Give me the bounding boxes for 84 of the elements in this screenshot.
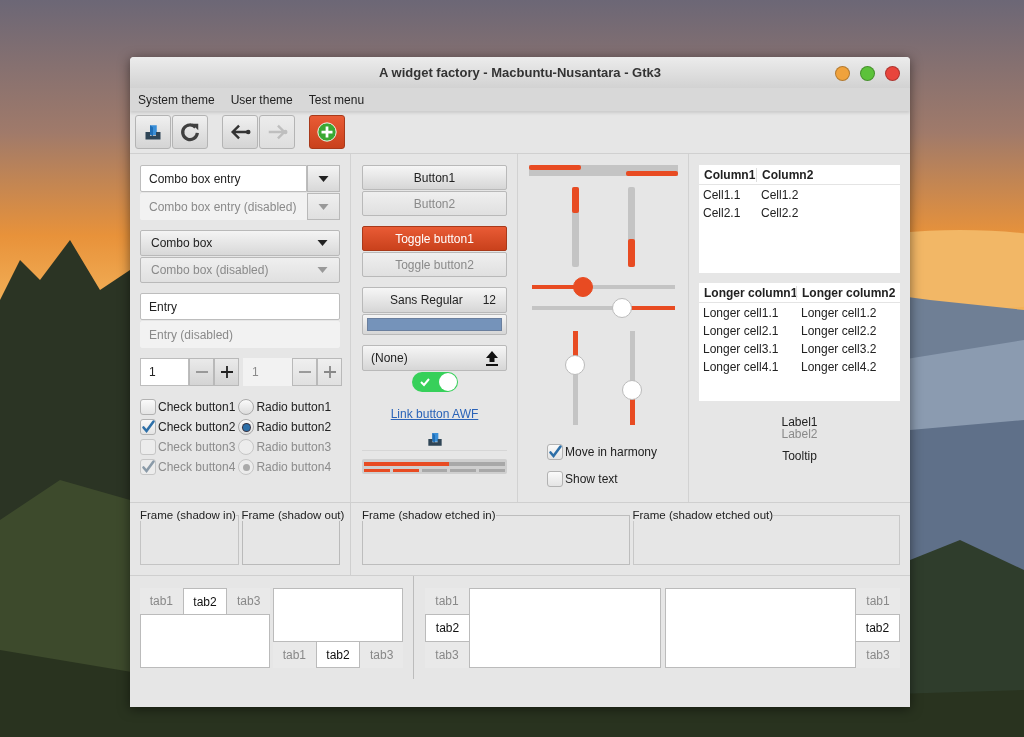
toolbar-button[interactable] (222, 115, 258, 149)
radio-button[interactable]: Radio button1 (238, 398, 332, 416)
slider[interactable] (565, 331, 586, 425)
table-cell-text: Cell2.1 (702, 206, 742, 220)
document-tray-icon (144, 123, 162, 141)
slider-thumb[interactable] (612, 298, 633, 318)
toolbar-button[interactable] (135, 115, 171, 149)
frame-label: Frame (shadow in) (140, 509, 236, 521)
radio-circle[interactable] (238, 419, 255, 435)
table-cell-text: Longer cell3.1 (702, 342, 780, 356)
plus-icon (323, 366, 336, 378)
push-button[interactable]: Button1 (362, 165, 507, 190)
menu-item[interactable]: System theme (138, 92, 215, 107)
table-cell-text: Longer cell2.2 (800, 324, 878, 338)
radio-button[interactable]: Radio button2 (238, 418, 332, 436)
tooltip-label: Tooltip (782, 450, 817, 462)
tab[interactable]: tab2 (425, 614, 469, 642)
menu-item[interactable]: Test menu (308, 92, 365, 107)
column-header[interactable]: Column2 (756, 167, 819, 182)
table-cell-text: Cell2.2 (760, 206, 800, 220)
slider[interactable] (532, 298, 675, 318)
table-cell-text: Longer cell3.2 (800, 342, 878, 356)
slider-thumb[interactable] (565, 354, 586, 375)
color-button[interactable] (362, 314, 507, 335)
checkbox[interactable] (140, 399, 156, 415)
frame-label: Frame (shadow etched out) (632, 509, 774, 521)
table-cell-text: Longer cell1.2 (800, 306, 878, 320)
column-header[interactable]: Column1 (699, 167, 756, 182)
menu-item[interactable]: User theme (230, 92, 293, 107)
toggle-button[interactable]: Toggle button1 (362, 226, 507, 251)
label: Label2 (781, 428, 818, 440)
plus-icon (220, 366, 233, 378)
caret-icon (318, 175, 329, 182)
checkbox[interactable] (547, 471, 563, 487)
label: Label1 (781, 416, 818, 428)
file-button[interactable]: (None) (362, 345, 507, 371)
link[interactable]: Link button AWF (390, 407, 479, 421)
check-button[interactable]: Move in harmony (547, 443, 678, 461)
table-cell-text: Longer cell2.1 (702, 324, 780, 338)
refresh-icon (179, 121, 201, 143)
decrement-button[interactable] (292, 358, 317, 386)
table-cell-text: Longer cell4.2 (800, 360, 878, 374)
checkbox[interactable] (140, 419, 156, 435)
text-field[interactable]: Combo box entry (140, 165, 307, 192)
slider-thumb[interactable] (621, 380, 642, 401)
document-tray-icon (426, 431, 443, 447)
number-field[interactable]: 1 (140, 358, 189, 386)
font-button[interactable]: Sans Regular 12 (362, 287, 507, 313)
frame-label: Frame (shadow etched in) (362, 509, 496, 521)
maximize-button[interactable] (860, 66, 875, 81)
check-button[interactable]: Check button2 (140, 418, 236, 436)
column-header[interactable]: Longer column2 (796, 285, 901, 300)
dropdown-button[interactable] (307, 165, 340, 192)
column-header[interactable]: Longer column1 (699, 285, 796, 300)
minimize-button[interactable] (835, 66, 850, 81)
check-button[interactable]: Show text (547, 470, 678, 488)
increment-button[interactable] (214, 358, 239, 386)
slider[interactable] (621, 331, 642, 425)
window-title: A widget factory - Macbuntu-Nusantara - Gtk3 (379, 65, 661, 80)
table-cell-text: Longer cell4.1 (702, 360, 780, 374)
checkbox[interactable] (547, 444, 563, 460)
tab[interactable]: tab2 (182, 588, 228, 614)
caret-icon (318, 203, 329, 210)
radio-circle[interactable] (238, 399, 255, 415)
frame-label: Frame (shadow out) (241, 509, 345, 521)
slider[interactable] (532, 277, 675, 297)
table-cell-text: Cell1.2 (760, 188, 800, 202)
check-icon (419, 377, 430, 387)
toolbar-button[interactable] (172, 115, 208, 149)
switch[interactable] (411, 372, 458, 392)
table-cell-text: Longer cell1.1 (702, 306, 780, 320)
upload-icon (485, 350, 499, 366)
combo-box[interactable]: Combo box (140, 230, 340, 256)
check-button[interactable]: Check button1 (140, 398, 236, 416)
close-button[interactable] (885, 66, 900, 81)
add-icon (316, 121, 338, 143)
caret-icon (317, 267, 328, 273)
toolbar-button[interactable] (309, 115, 345, 149)
caret-icon (317, 240, 328, 246)
tab[interactable]: tab2 (856, 614, 900, 642)
text-field[interactable]: Entry (140, 293, 340, 320)
slider-thumb[interactable] (573, 277, 594, 297)
table-cell-text: Cell1.1 (702, 188, 742, 202)
tab[interactable]: tab2 (315, 642, 361, 668)
